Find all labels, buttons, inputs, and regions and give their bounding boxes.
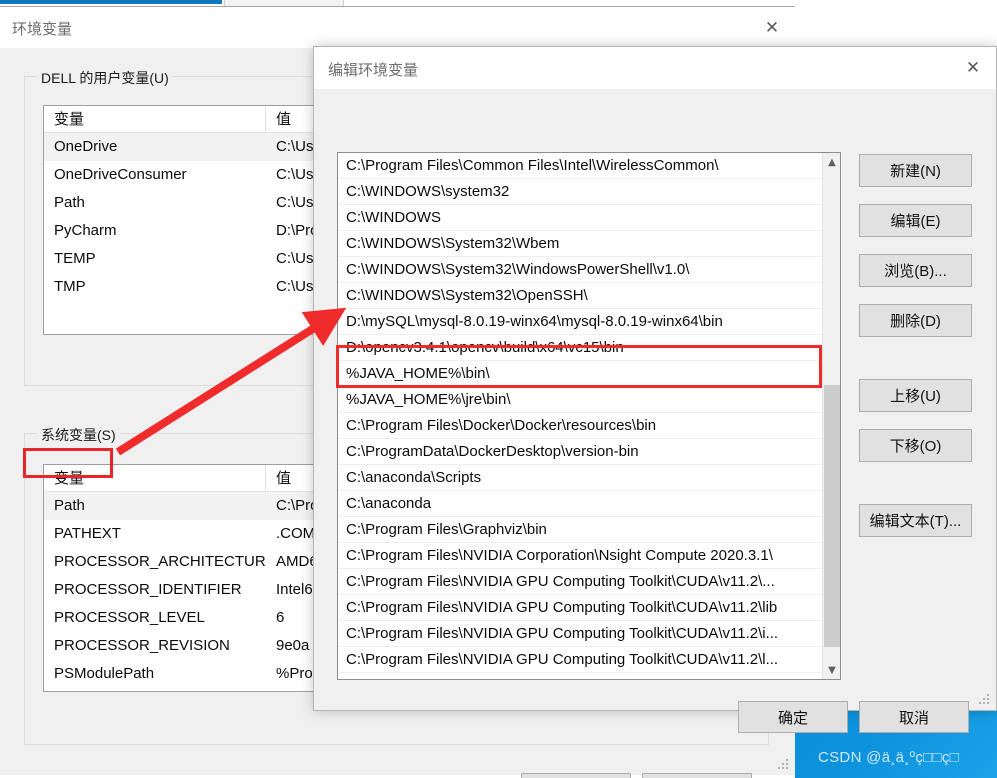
path-entry-row[interactable]: C:\Program Files\NVIDIA GPU Computing To… bbox=[338, 647, 822, 673]
variable-name-cell: Path bbox=[54, 497, 85, 514]
active-tab-indicator[interactable] bbox=[0, 0, 222, 4]
inactive-tab[interactable] bbox=[224, 0, 344, 6]
path-entry-row[interactable]: C:\ProgramData\DockerDesktop\version-bin bbox=[338, 439, 822, 465]
path-entry-row[interactable]: C:\Program Files\NVIDIA GPU Computing To… bbox=[338, 621, 822, 647]
path-entry-row[interactable]: C:\WINDOWS bbox=[338, 205, 822, 231]
screen-root: CSDN @ä¸ä¸ºç□□ç□ 环境变量 ✕ DELL 的用户变量(U) 变量… bbox=[0, 0, 997, 778]
env-cancel-button[interactable]: 取消 bbox=[642, 773, 752, 778]
path-entry-row[interactable]: C:\anaconda\Scripts bbox=[338, 465, 822, 491]
path-entry-row[interactable]: C:\WINDOWS\System32\Wbem bbox=[338, 231, 822, 257]
variable-name-cell: PROCESSOR_LEVEL bbox=[54, 609, 205, 626]
path-entry-row[interactable]: C:\anaconda bbox=[338, 491, 822, 517]
edit-dialog-titlebar: 编辑环境变量 ✕ bbox=[314, 47, 996, 89]
path-entry-row[interactable]: C:\Program Files\NVIDIA GPU Computing To… bbox=[338, 595, 822, 621]
resize-grip[interactable] bbox=[777, 758, 791, 772]
variable-name-cell: OneDriveConsumer bbox=[54, 166, 187, 183]
variable-name-cell: PROCESSOR_IDENTIFIER bbox=[54, 581, 242, 598]
column-header-name[interactable]: 变量 bbox=[44, 106, 266, 133]
path-entry-row[interactable]: C:\Program Files\Docker\Docker\resources… bbox=[338, 413, 822, 439]
scrollbar-thumb[interactable] bbox=[824, 385, 840, 647]
tab-strip bbox=[0, 0, 795, 7]
move-up-button[interactable]: 上移(U) bbox=[859, 379, 972, 412]
path-entry-row[interactable]: %JAVA_HOME%\jre\bin\ bbox=[338, 387, 822, 413]
close-icon[interactable]: ✕ bbox=[749, 7, 795, 48]
resize-grip[interactable] bbox=[978, 693, 992, 707]
env-window-title: 环境变量 bbox=[12, 21, 73, 38]
path-entry-row[interactable]: %JAVA_HOME%\bin\ bbox=[338, 361, 822, 387]
variable-name-cell: PROCESSOR_REVISION bbox=[54, 637, 230, 654]
variable-name-cell: PyCharm bbox=[54, 222, 117, 239]
chevron-down-icon[interactable]: ▼ bbox=[823, 661, 840, 679]
close-icon[interactable]: ✕ bbox=[950, 47, 996, 88]
path-list-scrollbar[interactable]: ▲ ▼ bbox=[822, 153, 840, 679]
path-entry-row[interactable]: C:\Program Files\NVIDIA GPU Computing To… bbox=[338, 569, 822, 595]
env-ok-button[interactable]: 确定 bbox=[521, 773, 631, 778]
move-down-button[interactable]: 下移(O) bbox=[859, 429, 972, 462]
new-button[interactable]: 新建(N) bbox=[859, 154, 972, 187]
variable-name-cell: PATHEXT bbox=[54, 525, 121, 542]
edit-cancel-button[interactable]: 取消 bbox=[859, 701, 969, 733]
path-entry-rows: C:\Program Files\Common Files\Intel\Wire… bbox=[338, 153, 822, 679]
env-window-titlebar: 环境变量 ✕ bbox=[0, 7, 795, 48]
variable-name-cell: TEMP bbox=[44, 688, 266, 691]
csdn-watermark: CSDN @ä¸ä¸ºç□□ç□ bbox=[818, 749, 960, 766]
path-entry-row[interactable]: D:\opencv3.4.1\opencv\build\x64\vc15\bin bbox=[338, 335, 822, 361]
path-entry-row[interactable]: C:\Program Files\Common Files\Intel\Wire… bbox=[338, 153, 822, 179]
chevron-up-icon[interactable]: ▲ bbox=[823, 153, 840, 171]
edit-text-button[interactable]: 编辑文本(T)... bbox=[859, 504, 972, 537]
path-entry-row[interactable]: C:\Program Files\Graphviz\bin bbox=[338, 517, 822, 543]
edit-environment-variable-dialog: 编辑环境变量 ✕ C:\Program Files\Common Files\I… bbox=[313, 46, 997, 733]
variable-name-cell: OneDrive bbox=[54, 138, 118, 155]
browse-button[interactable]: 浏览(B)... bbox=[859, 254, 972, 287]
path-entry-row[interactable]: C:\Program Files\NVIDIA Corporation\Nsig… bbox=[338, 543, 822, 569]
variable-name-cell: TMP bbox=[54, 278, 86, 295]
path-entry-row[interactable]: E:\ffmpeg-2022-01-19-git-dd17c86aa1-esse… bbox=[338, 673, 822, 679]
path-entry-row[interactable]: D:\mySQL\mysql-8.0.19-winx64\mysql-8.0.1… bbox=[338, 309, 822, 335]
variable-name-cell: Path bbox=[54, 194, 85, 211]
path-entry-row[interactable]: C:\WINDOWS\System32\WindowsPowerShell\v1… bbox=[338, 257, 822, 283]
path-entry-row[interactable]: C:\WINDOWS\system32 bbox=[338, 179, 822, 205]
edit-button[interactable]: 编辑(E) bbox=[859, 204, 972, 237]
variable-name-cell: TEMP bbox=[54, 250, 96, 267]
path-entries-listbox[interactable]: C:\Program Files\Common Files\Intel\Wire… bbox=[337, 152, 841, 680]
user-variables-legend: DELL 的用户变量(U) bbox=[37, 68, 173, 88]
delete-button[interactable]: 删除(D) bbox=[859, 304, 972, 337]
system-variables-legend: 系统变量(S) bbox=[37, 425, 120, 445]
edit-dialog-body: C:\Program Files\Common Files\Intel\Wire… bbox=[314, 89, 996, 733]
edit-ok-button[interactable]: 确定 bbox=[738, 701, 848, 733]
path-entry-row[interactable]: C:\WINDOWS\System32\OpenSSH\ bbox=[338, 283, 822, 309]
column-header-name[interactable]: 变量 bbox=[44, 465, 266, 492]
variable-name-cell: PROCESSOR_ARCHITECTURE bbox=[54, 553, 266, 570]
variable-name-cell: PSModulePath bbox=[54, 665, 155, 682]
edit-dialog-title: 编辑环境变量 bbox=[328, 62, 419, 79]
